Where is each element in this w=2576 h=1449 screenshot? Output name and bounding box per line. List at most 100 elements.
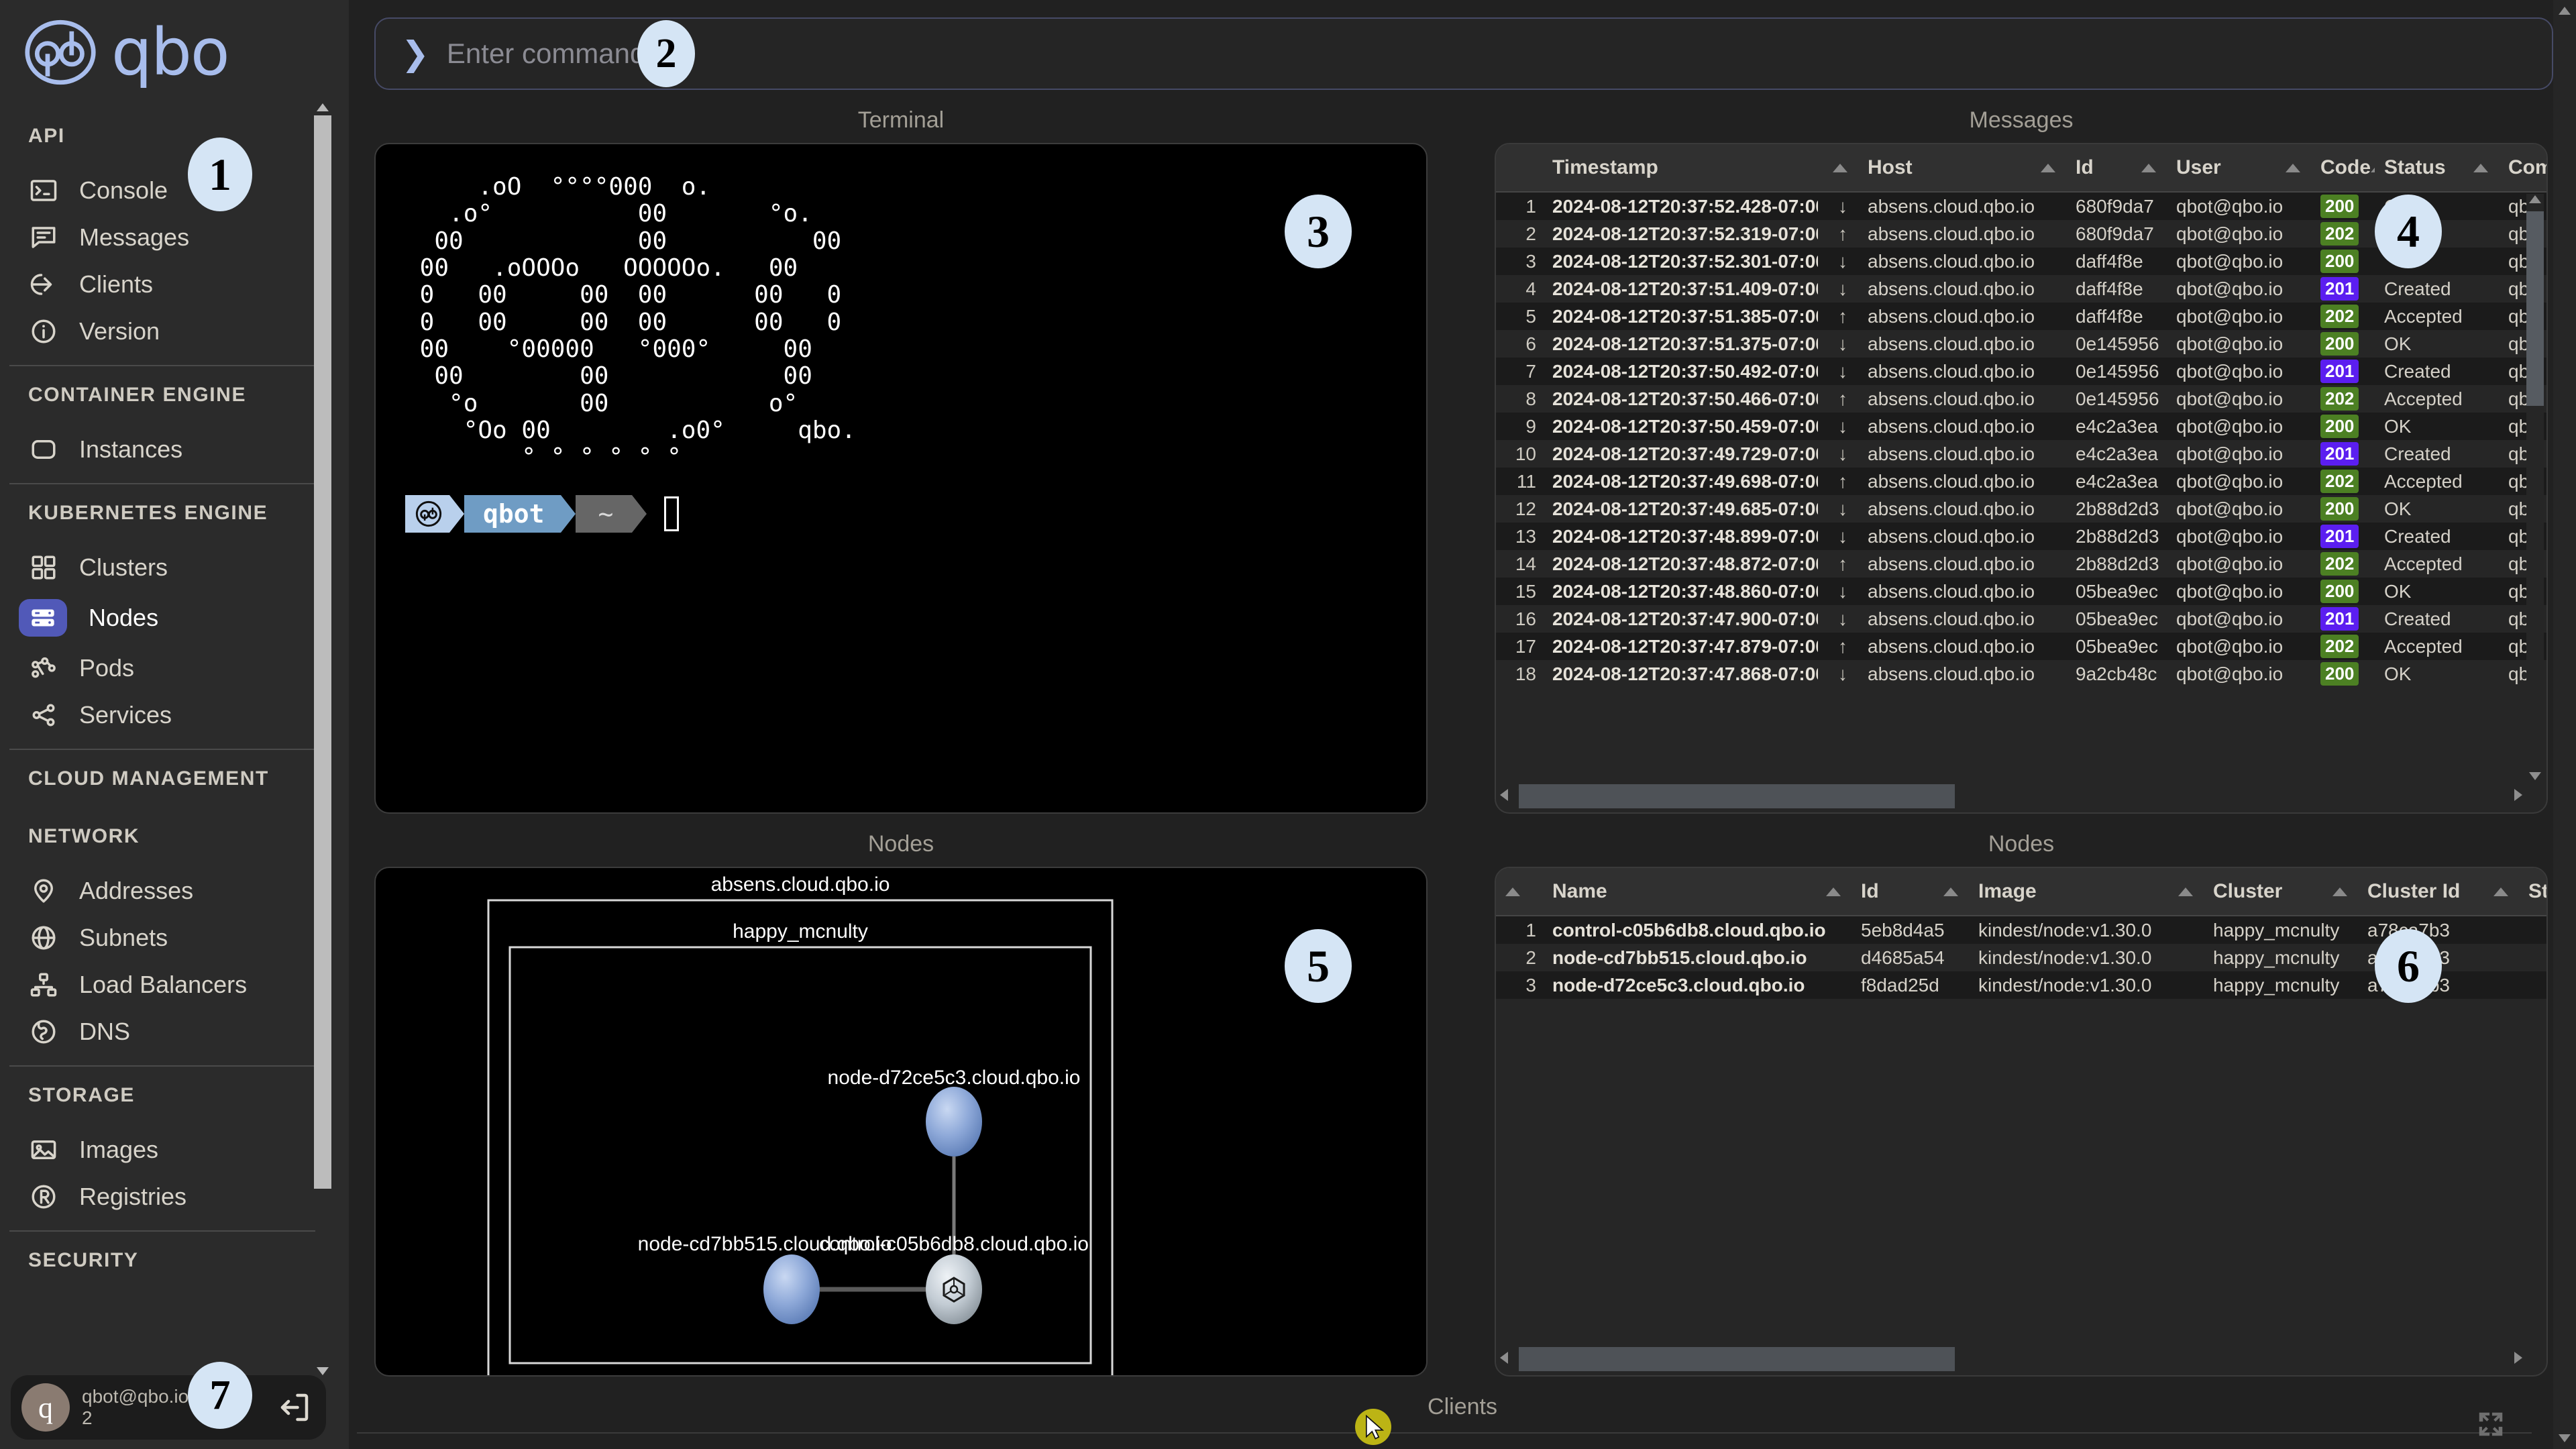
nodes-col-id[interactable]: Id — [1851, 868, 1969, 915]
messages-col-status[interactable]: Status — [2375, 144, 2499, 191]
nodes-table[interactable]: NameIdImageClusterCluster IdStateAddr 1c… — [1495, 867, 2548, 1377]
table-row[interactable]: 2node-cd7bb515.cloud.qbo.iod4685a54kinde… — [1496, 944, 2546, 971]
sort-arrow-icon[interactable] — [2473, 164, 2488, 172]
messages-col-timestamp[interactable]: Timestamp — [1543, 144, 1858, 191]
terminal-body[interactable]: .oO °°°°000 o. .o° 00 °o. 00 00 00 00 .o… — [374, 143, 1428, 814]
brand-logo[interactable]: qbo — [0, 0, 349, 107]
table-row[interactable]: 102024-08-12T20:37:49.729-07:00↓absens.c… — [1496, 440, 2546, 468]
scroll-down-icon[interactable] — [317, 1367, 329, 1375]
sidebar-scrollbar[interactable] — [314, 103, 331, 1375]
sort-arrow-icon[interactable] — [2041, 164, 2055, 172]
table-row[interactable]: 182024-08-12T20:37:47.868-07:00↓absens.c… — [1496, 660, 2546, 688]
nodes-graph-svg[interactable]: absens.cloud.qbo.io happy_mcnulty node-d… — [376, 868, 1426, 1375]
sort-arrow-icon[interactable] — [2286, 164, 2300, 172]
sidebar-item-registries[interactable]: Registries — [0, 1175, 335, 1218]
table-row[interactable]: 152024-08-12T20:37:48.860-07:00↓absens.c… — [1496, 578, 2546, 605]
messages-horizontal-scrollbar[interactable] — [1499, 783, 2524, 810]
nodes-h-thumb[interactable] — [1519, 1347, 1955, 1371]
sidebar-item-dns[interactable]: DNS — [0, 1010, 335, 1053]
table-cell: daff4f8e — [2066, 306, 2167, 327]
table-row[interactable]: 42024-08-12T20:37:51.409-07:00↓absens.cl… — [1496, 275, 2546, 303]
table-row[interactable]: 52024-08-12T20:37:51.385-07:00↑absens.cl… — [1496, 303, 2546, 330]
sidebar-item-instances[interactable]: Instances — [0, 428, 335, 471]
table-row[interactable]: 162024-08-12T20:37:47.900-07:00↓absens.c… — [1496, 605, 2546, 633]
table-row[interactable]: 12024-08-12T20:37:52.428-07:00↓absens.cl… — [1496, 193, 2546, 220]
scroll-left-icon[interactable] — [1500, 789, 1508, 801]
nodes-col-cluster-id[interactable]: Cluster Id — [2358, 868, 2519, 915]
sidebar-item-addresses[interactable]: Addresses — [0, 869, 335, 912]
messages-col-com[interactable]: Com — [2499, 144, 2548, 191]
sidebar-item-pods[interactable]: Pods — [0, 647, 335, 690]
user-card[interactable]: q qbot@qbo.io 2 — [11, 1375, 326, 1440]
sort-arrow-icon[interactable] — [2141, 164, 2156, 172]
table-row[interactable]: 32024-08-12T20:37:52.301-07:00↓absens.cl… — [1496, 248, 2546, 275]
page-scrollbar[interactable] — [2553, 0, 2576, 1449]
nodes-horizontal-scrollbar[interactable] — [1499, 1346, 2524, 1373]
sort-arrow-icon[interactable] — [1826, 888, 1841, 896]
table-row[interactable]: 92024-08-12T20:37:50.459-07:00↓absens.cl… — [1496, 413, 2546, 440]
table-row[interactable]: 112024-08-12T20:37:49.698-07:00↑absens.c… — [1496, 468, 2546, 495]
messages-v-thumb[interactable] — [2526, 211, 2544, 406]
table-row[interactable]: 22024-08-12T20:37:52.319-07:00↑absens.cl… — [1496, 220, 2546, 248]
table-row[interactable]: 142024-08-12T20:37:48.872-07:00↑absens.c… — [1496, 550, 2546, 578]
sort-arrow-icon[interactable] — [2178, 888, 2193, 896]
nodes-col-cluster[interactable]: Cluster — [2204, 868, 2358, 915]
scroll-down-icon[interactable] — [2529, 772, 2541, 780]
scroll-left-icon[interactable] — [1500, 1352, 1508, 1364]
nodes-table-body[interactable]: 1control-c05b6db8.cloud.qbo.io5eb8d4a5ki… — [1496, 916, 2546, 1375]
table-row[interactable]: 172024-08-12T20:37:47.879-07:00↑absens.c… — [1496, 633, 2546, 660]
sidebar-item-clusters[interactable]: Clusters — [0, 546, 335, 589]
messages-vertical-scrollbar[interactable] — [2526, 194, 2544, 782]
messages-table[interactable]: TimestampHostIdUserCodeStatusCom 12024-0… — [1495, 143, 2548, 814]
table-row[interactable]: 3node-d72ce5c3.cloud.qbo.iof8dad25dkinde… — [1496, 971, 2546, 999]
sort-arrow-icon[interactable] — [1833, 164, 1847, 172]
sidebar-item-console[interactable]: Console — [0, 169, 335, 212]
messages-col-user[interactable]: User — [2167, 144, 2311, 191]
sort-arrow-icon[interactable] — [2493, 888, 2508, 896]
scroll-down-icon[interactable] — [2559, 1434, 2571, 1442]
sidebar-item-images[interactable]: Images — [0, 1128, 335, 1171]
command-bar[interactable]: ❯ — [374, 17, 2553, 90]
command-input[interactable] — [447, 38, 2526, 70]
sidebar-item-load-balancers[interactable]: Load Balancers — [0, 963, 335, 1006]
scroll-right-icon[interactable] — [2514, 789, 2522, 801]
sidebar-item-nodes[interactable]: Nodes — [0, 593, 335, 643]
sort-arrow-icon[interactable] — [1943, 888, 1958, 896]
sidebar-scroll-thumb[interactable] — [314, 115, 331, 1189]
sidebar-item-clients[interactable]: Clients — [0, 263, 335, 306]
scroll-right-icon[interactable] — [2514, 1352, 2522, 1364]
fullscreen-icon[interactable] — [2475, 1409, 2506, 1440]
scroll-up-icon[interactable] — [2529, 195, 2541, 203]
messages-table-body[interactable]: 12024-08-12T20:37:52.428-07:00↓absens.cl… — [1496, 193, 2546, 812]
sidebar-item-messages[interactable]: Messages — [0, 216, 335, 259]
messages-col-id[interactable]: Id — [2066, 144, 2167, 191]
table-row[interactable]: 82024-08-12T20:37:50.466-07:00↑absens.cl… — [1496, 385, 2546, 413]
table-row[interactable]: 132024-08-12T20:37:48.899-07:00↓absens.c… — [1496, 523, 2546, 550]
sidebar-item-services[interactable]: Services — [0, 694, 335, 737]
table-cell: 200 — [2311, 415, 2375, 438]
scroll-up-icon[interactable] — [317, 103, 329, 111]
messages-col-host[interactable]: Host — [1858, 144, 2066, 191]
sidebar-item-version[interactable]: Version — [0, 310, 335, 353]
messages-col-code[interactable]: Code — [2311, 144, 2375, 191]
messages-table-header[interactable]: TimestampHostIdUserCodeStatusCom — [1496, 144, 2546, 193]
table-row[interactable]: 72024-08-12T20:37:50.492-07:00↓absens.cl… — [1496, 358, 2546, 385]
table-cell: Created — [2375, 608, 2499, 630]
table-row[interactable]: 122024-08-12T20:37:49.685-07:00↓absens.c… — [1496, 495, 2546, 523]
terminal-prompt[interactable]: qbot ~ — [376, 494, 1426, 534]
nodes-col-name[interactable]: Name — [1543, 868, 1851, 915]
table-row[interactable]: 62024-08-12T20:37:51.375-07:00↓absens.cl… — [1496, 330, 2546, 358]
sort-arrow-icon[interactable] — [1505, 888, 1520, 896]
nodes-col-state[interactable]: State — [2519, 868, 2548, 915]
table-row[interactable]: 1control-c05b6db8.cloud.qbo.io5eb8d4a5ki… — [1496, 916, 2546, 944]
logout-icon[interactable] — [274, 1387, 315, 1428]
registry-icon — [28, 1181, 59, 1212]
qbo-prompt-icon — [405, 495, 449, 533]
sort-arrow-icon[interactable] — [2332, 888, 2347, 896]
messages-h-thumb[interactable] — [1519, 784, 1955, 808]
nodes-table-header[interactable]: NameIdImageClusterCluster IdStateAddr — [1496, 868, 2546, 916]
sidebar-item-subnets[interactable]: Subnets — [0, 916, 335, 959]
nodes-graph-body[interactable]: absens.cloud.qbo.io happy_mcnulty node-d… — [374, 867, 1428, 1377]
scroll-up-icon[interactable] — [2559, 7, 2571, 15]
nodes-col-image[interactable]: Image — [1969, 868, 2204, 915]
